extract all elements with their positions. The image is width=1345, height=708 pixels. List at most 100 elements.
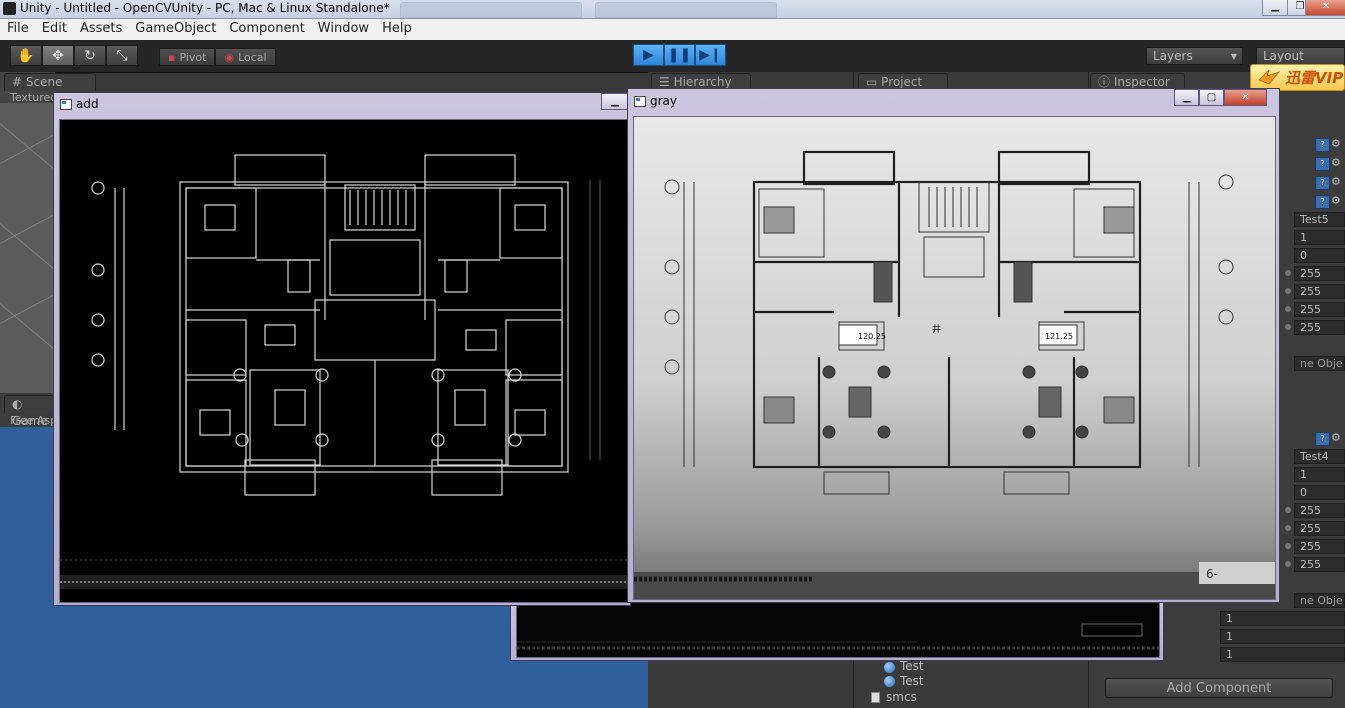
window-title-gray: gray <box>650 94 678 108</box>
floorplan-area-label: 120.25 <box>858 332 886 341</box>
maximize-button[interactable]: ▢ <box>1199 89 1224 106</box>
scene-viewport[interactable] <box>0 103 55 393</box>
gear-icon[interactable]: ⚙ <box>1331 176 1343 188</box>
add-component-button[interactable]: Add Component <box>1105 678 1333 698</box>
layers-label: Layers <box>1153 49 1193 63</box>
value-field[interactable]: 255 <box>1294 521 1345 536</box>
script-field[interactable]: Test5 <box>1294 212 1345 227</box>
rotate-tool-icon[interactable]: ↻ <box>74 45 106 66</box>
layout-dropdown[interactable]: Layout <box>1256 47 1345 65</box>
pivot-button[interactable]: ▪ Pivot <box>159 48 216 66</box>
value-field[interactable]: 1 <box>1220 611 1345 626</box>
play-icon[interactable]: ▶ <box>633 44 664 66</box>
value-field[interactable]: 1 <box>1294 230 1345 245</box>
slider-knob[interactable] <box>1285 270 1291 276</box>
tab-hierarchy-label: Hierarchy <box>673 75 732 89</box>
floorplan-gray-image: 120.25 121.25 井 6- <box>634 117 1275 599</box>
xunlei-vip-badge[interactable]: 迅雷VIP <box>1250 64 1345 91</box>
move-tool-icon[interactable]: ✥ <box>42 45 74 66</box>
grid-line <box>0 303 55 381</box>
minimize-button[interactable]: ▁ <box>1174 89 1199 106</box>
hand-tool-icon[interactable]: ✋ <box>10 45 42 66</box>
layout-label: Layout <box>1263 49 1304 63</box>
slider-knob[interactable] <box>1285 561 1291 567</box>
window-app-icon <box>60 99 72 110</box>
value-field[interactable]: 0 <box>1294 485 1345 500</box>
value-field[interactable]: 1 <box>1220 647 1345 662</box>
object-field[interactable]: ne Obje <box>1294 356 1345 371</box>
gear-icon[interactable]: ⚙ <box>1331 138 1343 150</box>
slider-knob[interactable] <box>1285 543 1291 549</box>
help-icon[interactable]: ? <box>1315 176 1330 190</box>
transform-tools: ✋ ✥ ↻ ⤡ <box>10 45 138 66</box>
layers-dropdown[interactable]: Layers ▼ <box>1146 47 1243 65</box>
value-field[interactable]: 0 <box>1294 248 1345 263</box>
opencv-window-add[interactable]: add ▁ <box>53 92 631 606</box>
menu-assets[interactable]: Assets <box>73 19 128 36</box>
scene-asset-icon <box>884 676 895 687</box>
value-field[interactable]: 255 <box>1294 266 1345 281</box>
floorplan-edge-image <box>60 120 627 602</box>
background-tab[interactable] <box>400 2 582 18</box>
help-icon[interactable]: ? <box>1315 157 1330 171</box>
menu-bar: File Edit Assets GameObject Component Window H… <box>0 19 1345 41</box>
gear-icon[interactable]: ⚙ <box>1331 195 1343 207</box>
opencv-canvas <box>516 601 1160 658</box>
value-field[interactable]: 255 <box>1294 284 1345 299</box>
value-field[interactable]: 255 <box>1294 557 1345 572</box>
value-field[interactable]: 255 <box>1294 539 1345 554</box>
help-icon[interactable]: ? <box>1315 432 1330 446</box>
project-item[interactable]: Test <box>900 674 924 689</box>
help-icon[interactable]: ? <box>1315 138 1330 152</box>
file-icon <box>871 692 880 703</box>
tab-game[interactable]: ◐ Game <box>4 395 54 428</box>
slider-knob[interactable] <box>1285 324 1291 330</box>
unity-titlebar: Unity - Untitled - OpenCVUnity - PC, Mac… <box>0 0 1345 19</box>
minimize-button[interactable]: ▁ <box>601 93 629 110</box>
bird-icon <box>1258 69 1281 85</box>
game-icon: ◐ <box>12 397 23 411</box>
floorplan-page-number: 6- <box>1206 567 1218 581</box>
scale-tool-icon[interactable]: ⤡ <box>106 45 138 66</box>
minimize-button[interactable]: ▁ <box>1262 0 1288 16</box>
edge-image <box>517 602 1159 657</box>
local-button[interactable]: ◉ Local <box>215 48 276 66</box>
project-item[interactable]: Test <box>900 659 924 674</box>
script-field[interactable]: Test4 <box>1294 449 1345 464</box>
background-tab[interactable] <box>595 2 777 18</box>
tab-project-label: Project <box>881 75 923 89</box>
gear-icon[interactable]: ⚙ <box>1331 432 1343 444</box>
help-icon[interactable]: ? <box>1315 195 1330 209</box>
playback-controls: ▶ ❚❚ ▶❙ <box>633 44 726 66</box>
project-item[interactable]: smcs <box>886 690 917 705</box>
tab-scene[interactable]: # Scene <box>4 73 96 91</box>
menu-window[interactable]: Window <box>311 19 375 36</box>
slider-knob[interactable] <box>1285 525 1291 531</box>
menu-component[interactable]: Component <box>222 19 310 36</box>
pause-icon[interactable]: ❚❚ <box>664 44 695 66</box>
grid-line <box>0 223 55 301</box>
value-field[interactable]: 255 <box>1294 503 1345 518</box>
object-field[interactable]: ne Obje <box>1294 593 1345 608</box>
menu-file[interactable]: File <box>0 19 35 36</box>
slider-knob[interactable] <box>1285 306 1291 312</box>
value-field[interactable]: 255 <box>1294 320 1345 335</box>
menu-help[interactable]: Help <box>375 19 418 36</box>
step-icon[interactable]: ▶❙ <box>695 44 726 66</box>
value-field[interactable]: 1 <box>1220 629 1345 644</box>
value-field[interactable]: 255 <box>1294 302 1345 317</box>
close-button[interactable]: ✕ <box>1305 0 1345 16</box>
slider-knob[interactable] <box>1285 288 1291 294</box>
grid-line <box>0 186 55 244</box>
xunlei-vip-label: 迅雷VIP <box>1285 69 1344 87</box>
gear-icon[interactable]: ⚙ <box>1331 157 1343 169</box>
menu-gameobject[interactable]: GameObject <box>128 19 222 36</box>
value-field[interactable]: 1 <box>1294 467 1345 482</box>
opencv-canvas-add <box>59 119 628 603</box>
unity-logo-icon <box>3 2 16 15</box>
slider-knob[interactable] <box>1285 507 1291 513</box>
tab-scene-label: Scene <box>25 75 63 89</box>
menu-edit[interactable]: Edit <box>35 19 73 36</box>
close-button[interactable]: ✕ <box>1224 89 1267 106</box>
opencv-window-gray[interactable]: gray ▁ ▢ ✕ 120.25 121.25 井 6- <box>627 88 1280 603</box>
